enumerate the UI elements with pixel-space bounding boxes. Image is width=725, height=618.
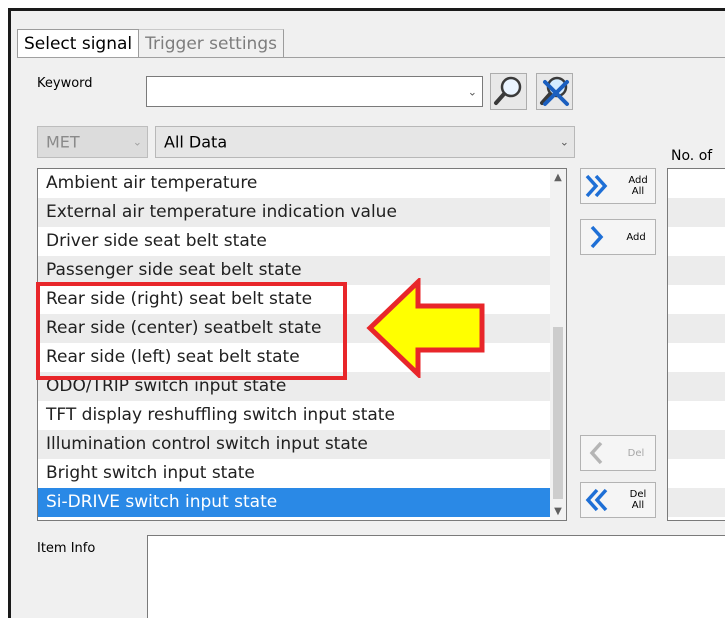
table-row[interactable] — [668, 430, 725, 459]
system-select: MET ⌄ — [37, 126, 148, 158]
add-button[interactable]: Add — [580, 219, 656, 255]
chevron-down-icon: ⌄ — [132, 135, 142, 149]
list-item[interactable]: TFT display reshuffling switch input sta… — [38, 401, 550, 430]
list-item[interactable]: Illumination control switch input state — [38, 430, 550, 459]
chevron-down-icon[interactable]: ⌄ — [560, 136, 569, 149]
search-button[interactable] — [490, 73, 527, 110]
del-all-button[interactable]: Del All — [580, 482, 656, 518]
highlight-box — [36, 282, 347, 380]
list-scrollbar[interactable]: ▲ ▼ — [550, 169, 566, 520]
del-label: Del — [627, 448, 645, 459]
chevron-left-icon — [589, 441, 603, 465]
selected-panel-header: No. of — [671, 148, 713, 164]
del-all-label: Del All — [629, 489, 647, 511]
tab-bar: Select signal Trigger settings — [17, 25, 284, 57]
table-row[interactable] — [668, 314, 725, 343]
del-button: Del — [580, 435, 656, 471]
table-row[interactable] — [668, 343, 725, 372]
table-row[interactable] — [668, 488, 725, 517]
category-select-value: All Data — [164, 132, 228, 152]
scroll-down-icon[interactable]: ▼ — [550, 506, 566, 517]
search-clear-icon — [540, 76, 569, 106]
table-row[interactable] — [668, 256, 725, 285]
keyword-input[interactable] — [150, 80, 454, 104]
tab-trigger-settings[interactable]: Trigger settings — [139, 29, 284, 57]
table-row[interactable] — [668, 285, 725, 314]
list-item[interactable]: External air temperature indication valu… — [38, 198, 550, 227]
table-row[interactable] — [668, 372, 725, 401]
chevron-down-icon[interactable]: ⌄ — [468, 85, 477, 98]
item-info-label: Item Info — [37, 541, 96, 556]
double-chevron-left-icon — [585, 488, 608, 512]
add-label: Add — [626, 232, 646, 243]
tab-select-signal[interactable]: Select signal — [17, 29, 140, 57]
search-icon — [494, 76, 522, 105]
clear-search-button[interactable] — [536, 73, 573, 110]
keyword-combobox[interactable]: ⌄ — [146, 76, 483, 107]
table-row[interactable] — [668, 401, 725, 430]
add-all-button[interactable]: Add All — [580, 168, 656, 204]
arrow-left-icon — [366, 278, 485, 378]
table-row[interactable] — [668, 169, 725, 198]
chevron-right-icon — [590, 225, 604, 249]
item-info-box — [147, 535, 725, 618]
category-select[interactable]: All Data ⌄ — [155, 126, 575, 158]
double-chevron-right-icon — [585, 174, 608, 198]
list-item[interactable]: Driver side seat belt state — [38, 227, 550, 256]
list-item-selected[interactable]: Si-DRIVE switch input state — [38, 488, 550, 517]
system-select-value: MET — [46, 132, 80, 152]
tab-divider — [17, 57, 725, 58]
table-row[interactable] — [668, 459, 725, 488]
list-item[interactable]: Ambient air temperature — [38, 169, 550, 198]
list-item[interactable]: Bright switch input state — [38, 459, 550, 488]
table-row[interactable] — [668, 198, 725, 227]
scrollbar-thumb[interactable] — [553, 327, 563, 499]
scroll-up-icon[interactable]: ▲ — [550, 172, 566, 183]
keyword-label: Keyword — [37, 76, 93, 91]
table-row[interactable] — [668, 227, 725, 256]
selected-signals-list[interactable] — [667, 168, 725, 521]
add-all-label: Add All — [628, 175, 648, 197]
